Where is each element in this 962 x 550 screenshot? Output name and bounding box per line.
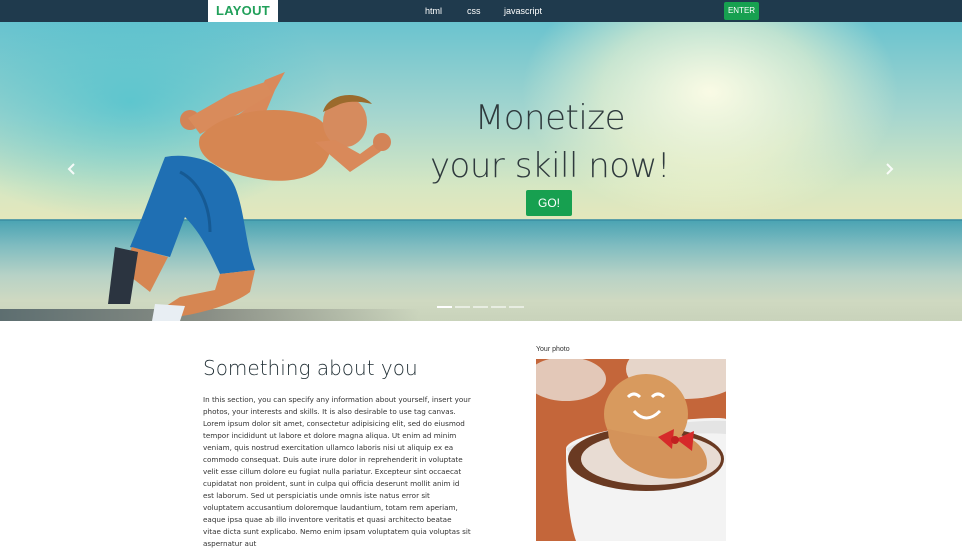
gingerbread-image [536, 359, 726, 541]
hero-title-line1: Monetize [474, 98, 626, 138]
hero-title: Monetize your skill now! [420, 94, 680, 190]
enter-button[interactable]: ENTER [724, 2, 759, 20]
logo[interactable]: LAYOUT [208, 0, 278, 22]
user-photo [536, 359, 726, 541]
carousel-indicators [437, 306, 524, 310]
carousel-indicator[interactable] [473, 306, 488, 308]
runner-image [108, 72, 391, 321]
nav-link-css[interactable]: css [467, 0, 481, 22]
nav-link-html[interactable]: html [425, 0, 442, 22]
carousel-indicator[interactable] [437, 306, 452, 308]
nav-link-javascript[interactable]: javascript [504, 0, 542, 22]
carousel-indicator[interactable] [455, 306, 470, 308]
chevron-left-icon[interactable] [64, 162, 80, 182]
about-title: Something about you [203, 356, 418, 380]
photo-label: Your photo [536, 346, 570, 353]
about-text: In this section, you can specify any inf… [203, 395, 471, 548]
hero-title-line2: your skill now! [429, 146, 671, 186]
hero-carousel: Monetize your skill now! GO! [0, 22, 962, 321]
go-button[interactable]: GO! [526, 190, 572, 216]
top-navbar: LAYOUT html css javascript ENTER [0, 0, 962, 22]
carousel-indicator[interactable] [491, 306, 506, 308]
carousel-indicator[interactable] [509, 306, 524, 308]
chevron-right-icon[interactable] [881, 162, 897, 182]
